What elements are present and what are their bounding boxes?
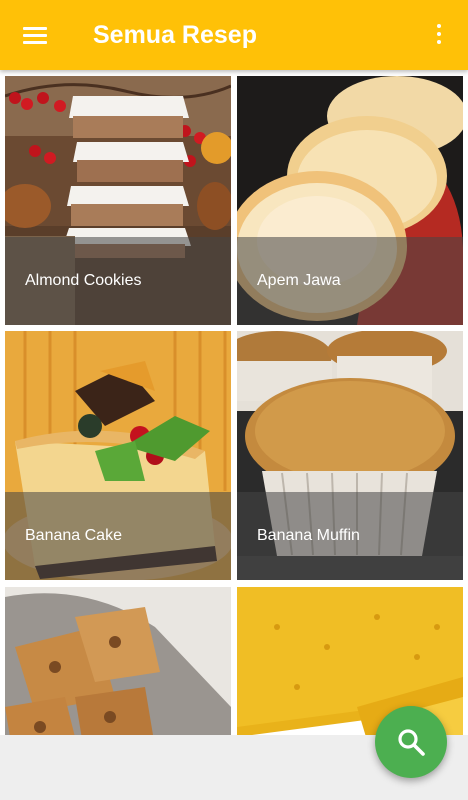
search-button[interactable] [375,706,447,778]
recipe-card-banana-muffin[interactable]: Banana Muffin [237,331,463,580]
recipe-name: Apem Jawa [257,272,341,289]
recipe-label-bar: Apem Jawa [237,237,463,325]
recipe-card-apem-jawa[interactable]: Apem Jawa [237,76,463,325]
recipe-grid: Almond Cookies Apem Jawa Banana Cake Ban… [0,70,468,735]
app-bar: Semua Resep [0,0,468,70]
recipe-label-bar: Banana Muffin [237,492,463,580]
recipe-name: Banana Cake [25,527,122,544]
recipe-label-bar: Banana Cake [5,492,231,580]
more-options-icon[interactable] [425,18,453,52]
recipe-image [5,587,231,735]
menu-icon[interactable] [14,15,56,55]
recipe-card-banana-cake[interactable]: Banana Cake [5,331,231,580]
recipe-name: Almond Cookies [25,272,142,289]
page-title: Semua Resep [93,21,257,49]
recipe-card-5[interactable] [5,587,231,735]
recipe-name: Banana Muffin [257,527,360,544]
search-icon [398,729,425,756]
recipe-label-bar: Almond Cookies [5,237,231,325]
recipe-card-almond-cookies[interactable]: Almond Cookies [5,76,231,325]
